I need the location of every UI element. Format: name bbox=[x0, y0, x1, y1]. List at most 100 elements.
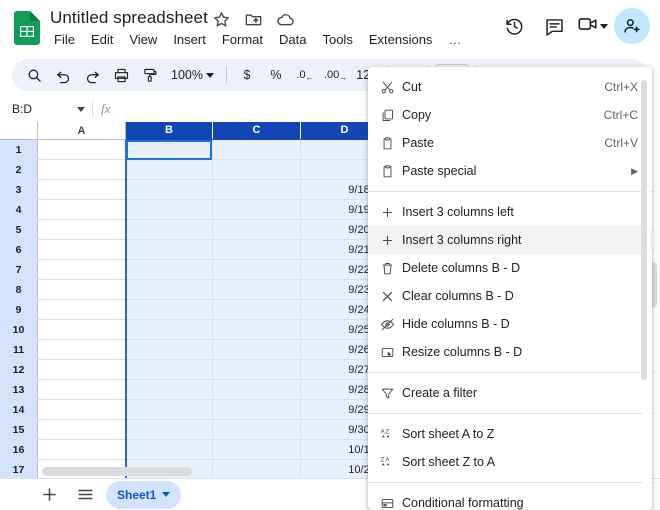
name-box[interactable]: B:D bbox=[0, 96, 92, 122]
row-header-11[interactable]: 11 bbox=[0, 340, 38, 360]
cell-A2[interactable] bbox=[38, 160, 126, 180]
menu-item-paste[interactable]: PasteCtrl+V bbox=[368, 129, 652, 157]
cell-C16[interactable] bbox=[213, 440, 301, 460]
cell-B6[interactable] bbox=[126, 240, 213, 260]
cell-A16[interactable] bbox=[38, 440, 126, 460]
active-cell-b1[interactable] bbox=[126, 140, 212, 160]
star-icon[interactable] bbox=[212, 10, 231, 29]
cell-C11[interactable] bbox=[213, 340, 301, 360]
version-history-icon[interactable] bbox=[497, 9, 531, 43]
column-header-c[interactable]: C bbox=[213, 122, 301, 140]
row-header-6[interactable]: 6 bbox=[0, 240, 38, 260]
menu-edit[interactable]: Edit bbox=[83, 30, 121, 49]
row-header-12[interactable]: 12 bbox=[0, 360, 38, 380]
row-header-7[interactable]: 7 bbox=[0, 260, 38, 280]
menu-item-copy[interactable]: CopyCtrl+C bbox=[368, 101, 652, 129]
menu-item-sort-sheet-z-to-a[interactable]: ZASort sheet Z to A bbox=[368, 448, 652, 476]
menu-view[interactable]: View bbox=[121, 30, 165, 49]
cell-C17[interactable] bbox=[213, 460, 301, 478]
cell-A12[interactable] bbox=[38, 360, 126, 380]
cell-C1[interactable] bbox=[213, 140, 301, 160]
google-sheets-logo[interactable] bbox=[14, 11, 40, 45]
cell-A3[interactable] bbox=[38, 180, 126, 200]
menu-item-sort-sheet-a-to-z[interactable]: AZSort sheet A to Z bbox=[368, 420, 652, 448]
row-header-4[interactable]: 4 bbox=[0, 200, 38, 220]
cell-B14[interactable] bbox=[126, 400, 213, 420]
menu-scrollbar-track[interactable] bbox=[642, 72, 650, 505]
cell-B3[interactable] bbox=[126, 180, 213, 200]
cell-A7[interactable] bbox=[38, 260, 126, 280]
undo-icon[interactable] bbox=[49, 62, 77, 88]
cell-A9[interactable] bbox=[38, 300, 126, 320]
cell-A6[interactable] bbox=[38, 240, 126, 260]
increase-decimal-button[interactable]: .00→ bbox=[320, 62, 351, 88]
column-header-b[interactable]: B bbox=[126, 122, 213, 140]
menu-extensions[interactable]: Extensions bbox=[361, 30, 441, 49]
document-title[interactable]: Untitled spreadsheet bbox=[50, 8, 208, 28]
cell-A10[interactable] bbox=[38, 320, 126, 340]
row-header-15[interactable]: 15 bbox=[0, 420, 38, 440]
row-header-14[interactable]: 14 bbox=[0, 400, 38, 420]
cell-B2[interactable] bbox=[126, 160, 213, 180]
menu-insert[interactable]: Insert bbox=[165, 30, 214, 49]
menu-item-delete-columns-b-d[interactable]: Delete columns B - D bbox=[368, 254, 652, 282]
cell-C3[interactable] bbox=[213, 180, 301, 200]
row-header-1[interactable]: 1 bbox=[0, 140, 38, 160]
cell-C7[interactable] bbox=[213, 260, 301, 280]
cloud-saved-icon[interactable] bbox=[276, 10, 295, 29]
row-header-17[interactable]: 17 bbox=[0, 460, 38, 478]
cell-B13[interactable] bbox=[126, 380, 213, 400]
menu-format[interactable]: Format bbox=[214, 30, 271, 49]
row-header-9[interactable]: 9 bbox=[0, 300, 38, 320]
cell-C13[interactable] bbox=[213, 380, 301, 400]
menu-item-insert-3-columns-left[interactable]: Insert 3 columns left bbox=[368, 198, 652, 226]
cell-B12[interactable] bbox=[126, 360, 213, 380]
cell-A13[interactable] bbox=[38, 380, 126, 400]
move-to-folder-icon[interactable] bbox=[244, 10, 263, 29]
cell-C5[interactable] bbox=[213, 220, 301, 240]
menu-data[interactable]: Data bbox=[271, 30, 314, 49]
cell-C2[interactable] bbox=[213, 160, 301, 180]
add-sheet-icon[interactable] bbox=[34, 481, 64, 509]
cell-C14[interactable] bbox=[213, 400, 301, 420]
cell-B8[interactable] bbox=[126, 280, 213, 300]
menu-item-paste-special[interactable]: Paste special▶ bbox=[368, 157, 652, 185]
column-context-menu[interactable]: CutCtrl+XCopyCtrl+CPasteCtrl+VPaste spec… bbox=[368, 67, 652, 510]
menu-item-insert-3-columns-right[interactable]: Insert 3 columns right bbox=[368, 226, 652, 254]
row-header-2[interactable]: 2 bbox=[0, 160, 38, 180]
cell-A5[interactable] bbox=[38, 220, 126, 240]
cell-A14[interactable] bbox=[38, 400, 126, 420]
cell-B10[interactable] bbox=[126, 320, 213, 340]
row-header-16[interactable]: 16 bbox=[0, 440, 38, 460]
menu-scrollbar-thumb[interactable] bbox=[641, 80, 647, 380]
cell-B7[interactable] bbox=[126, 260, 213, 280]
cell-B15[interactable] bbox=[126, 420, 213, 440]
menu-item-conditional-formatting[interactable]: Conditional formatting bbox=[368, 489, 652, 510]
menu-item-hide-columns-b-d[interactable]: Hide columns B - D bbox=[368, 310, 652, 338]
cell-C4[interactable] bbox=[213, 200, 301, 220]
menu-item-create-a-filter[interactable]: Create a filter bbox=[368, 379, 652, 407]
cell-B11[interactable] bbox=[126, 340, 213, 360]
menu-file[interactable]: File bbox=[50, 30, 83, 49]
redo-icon[interactable] bbox=[78, 62, 106, 88]
cell-A8[interactable] bbox=[38, 280, 126, 300]
comment-icon[interactable] bbox=[537, 9, 571, 43]
menu-item-clear-columns-b-d[interactable]: Clear columns B - D bbox=[368, 282, 652, 310]
cell-B4[interactable] bbox=[126, 200, 213, 220]
paint-format-icon[interactable] bbox=[136, 62, 164, 88]
meet-camera-button[interactable] bbox=[577, 13, 608, 40]
row-header-3[interactable]: 3 bbox=[0, 180, 38, 200]
cell-C12[interactable] bbox=[213, 360, 301, 380]
row-header-5[interactable]: 5 bbox=[0, 220, 38, 240]
cell-B9[interactable] bbox=[126, 300, 213, 320]
cell-B5[interactable] bbox=[126, 220, 213, 240]
cell-C15[interactable] bbox=[213, 420, 301, 440]
row-header-10[interactable]: 10 bbox=[0, 320, 38, 340]
zoom-selector[interactable]: 100% bbox=[165, 62, 220, 88]
search-icon[interactable] bbox=[20, 62, 48, 88]
cell-C8[interactable] bbox=[213, 280, 301, 300]
menu-tools[interactable]: Tools bbox=[314, 30, 360, 49]
menu-item-resize-columns-b-d[interactable]: Resize columns B - D bbox=[368, 338, 652, 366]
menu-item-cut[interactable]: CutCtrl+X bbox=[368, 73, 652, 101]
all-sheets-icon[interactable] bbox=[70, 481, 100, 509]
